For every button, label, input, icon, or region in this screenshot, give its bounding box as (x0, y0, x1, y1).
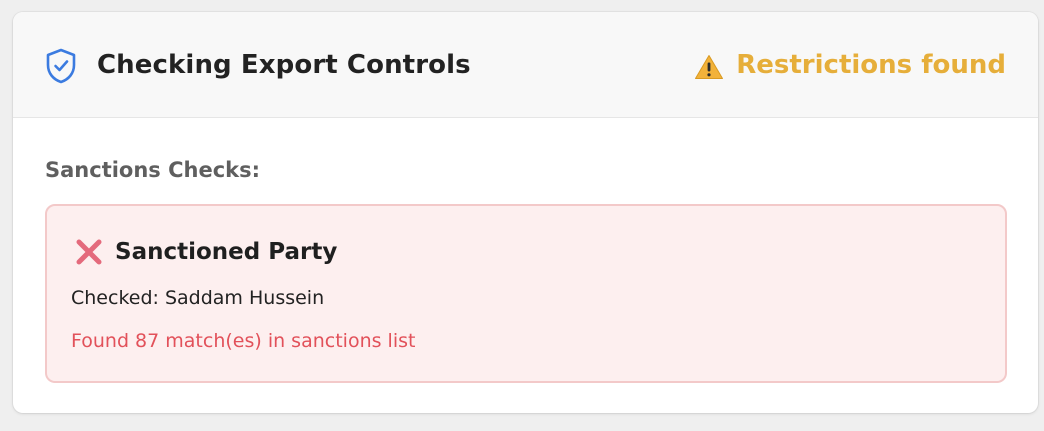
status-badge: Restrictions found (694, 47, 1006, 83)
page-title: Checking Export Controls (97, 50, 471, 80)
shield-check-icon (46, 48, 76, 84)
checked-value: Saddam Hussein (164, 287, 325, 309)
match-result: Found 87 match(es) in sanctions list (71, 330, 416, 352)
cross-mark-icon (76, 239, 102, 265)
checked-party: Checked: Saddam Hussein (71, 284, 324, 312)
warning-icon (695, 55, 724, 79)
export-controls-card: Checking Export Controls Restrictions fo… (13, 12, 1038, 413)
card-header: Checking Export Controls Restrictions fo… (13, 12, 1038, 118)
status-label: Restrictions found (736, 50, 1006, 80)
section-heading: Sanctions Checks: (45, 158, 261, 182)
sanction-check-item: Sanctioned Party Checked: Saddam Hussein… (45, 204, 1007, 383)
checked-prefix: Checked: (71, 287, 159, 309)
check-title: Sanctioned Party (115, 239, 338, 265)
